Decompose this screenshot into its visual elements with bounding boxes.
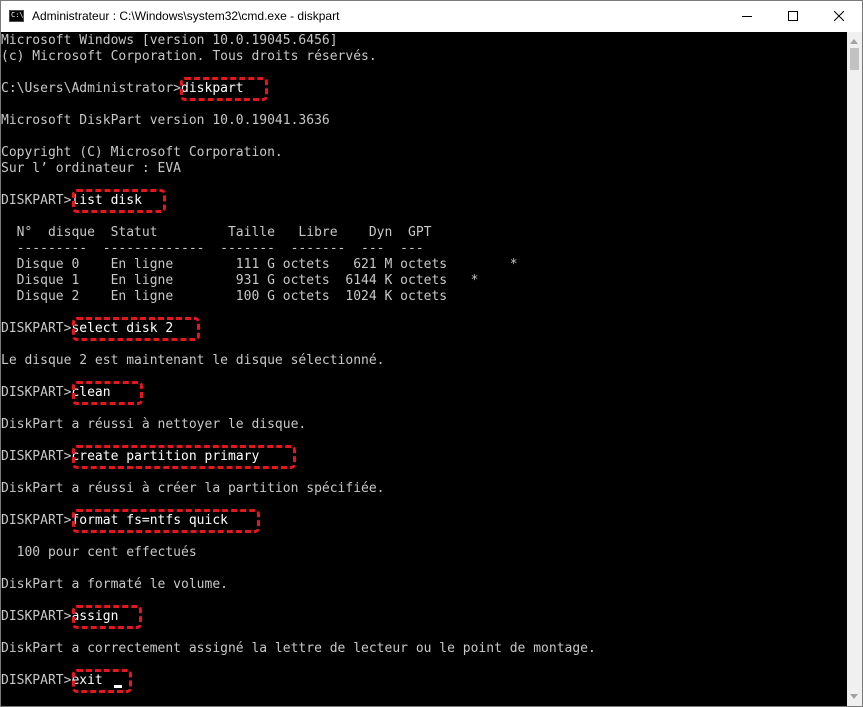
disk-table-divider: --------- ------------- ------- ------- …: [1, 241, 424, 256]
minimize-icon: [742, 16, 752, 17]
shell-prompt: C:\Users\Administrator>: [1, 81, 182, 96]
diskpart-prompt: DISKPART>: [1, 449, 72, 464]
format-output: DiskPart a formaté le volume.: [1, 577, 228, 592]
diskpart-prompt: DISKPART>: [1, 673, 72, 688]
clean-output: DiskPart a réussi à nettoyer le disque.: [1, 417, 307, 432]
highlight-box: [72, 605, 142, 629]
computer-name-line: Sur l’ ordinateur : EVA: [1, 161, 182, 176]
scroll-up-arrow-icon[interactable]: [850, 39, 858, 44]
assign-output: DiskPart a correctement assigné la lettr…: [1, 641, 596, 656]
disk-row: Disque 2 En ligne 100 G octets 1024 K oc…: [1, 289, 448, 304]
diskpart-prompt: DISKPART>: [1, 609, 72, 624]
diskpart-prompt: DISKPART>: [1, 513, 72, 528]
disk-row: Disque 0 En ligne 111 G octets 621 M oct…: [1, 257, 518, 272]
create-output: DiskPart a réussi à créer la partition s…: [1, 481, 385, 496]
diskpart-prompt: DISKPART>: [1, 385, 72, 400]
cmd-icon[interactable]: C:\: [9, 10, 24, 22]
cmd-window: C:\ Administrateur : C:\Windows\system32…: [0, 0, 863, 707]
maximize-button[interactable]: [770, 1, 816, 32]
maximize-icon: [788, 11, 798, 21]
disk-table-header: N° disque Statut Taille Libre Dyn GPT: [1, 225, 432, 240]
scrollbar-thumb[interactable]: [850, 48, 859, 70]
format-progress: 100 pour cent effectués: [1, 545, 197, 560]
minimize-button[interactable]: [724, 1, 770, 32]
disk-row: Disque 1 En ligne 931 G octets 6144 K oc…: [1, 273, 479, 288]
close-button[interactable]: [816, 1, 862, 32]
highlight-box: [72, 509, 260, 533]
highlight-box: [72, 445, 296, 469]
os-version-line: Microsoft Windows [version 10.0.19045.64…: [1, 33, 338, 48]
copyright-line: (c) Microsoft Corporation. Tous droits r…: [1, 49, 377, 64]
select-output: Le disque 2 est maintenant le disque sél…: [1, 353, 385, 368]
highlight-box: [72, 669, 132, 693]
vertical-scrollbar[interactable]: [847, 32, 862, 706]
close-icon: [834, 11, 844, 21]
diskpart-version-line: Microsoft DiskPart version 10.0.19041.36…: [1, 113, 330, 128]
highlight-box: [180, 77, 268, 101]
title-bar[interactable]: C:\ Administrateur : C:\Windows\system32…: [1, 1, 862, 32]
highlight-box: [72, 317, 200, 341]
diskpart-prompt: DISKPART>: [1, 193, 72, 208]
diskpart-prompt: DISKPART>: [1, 321, 72, 336]
highlight-box: [72, 189, 166, 213]
highlight-box: [72, 381, 143, 405]
diskpart-copyright-line: Copyright (C) Microsoft Corporation.: [1, 145, 283, 160]
scroll-down-arrow-icon[interactable]: [850, 694, 858, 699]
window-title: Administrateur : C:\Windows\system32\cmd…: [32, 9, 340, 23]
console-output[interactable]: Microsoft Windows [version 10.0.19045.64…: [1, 32, 846, 706]
